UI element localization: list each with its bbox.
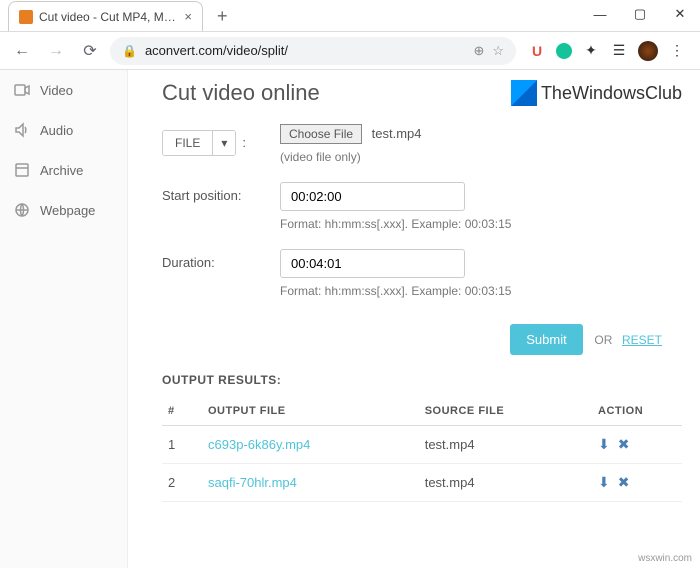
source-file: test.mp4 bbox=[419, 464, 592, 502]
file-source-dropdown[interactable]: FILE ▾ bbox=[162, 130, 236, 156]
sidebar-item-video[interactable]: Video bbox=[0, 70, 127, 110]
row-num: 2 bbox=[162, 464, 202, 502]
new-tab-button[interactable]: + bbox=[211, 4, 234, 28]
search-in-page-icon[interactable]: ⊕ bbox=[473, 43, 484, 59]
duration-input[interactable] bbox=[280, 249, 465, 278]
col-num: # bbox=[162, 397, 202, 426]
col-action: ACTION bbox=[592, 397, 682, 426]
ublock-icon[interactable]: U bbox=[528, 42, 546, 60]
back-button[interactable]: ← bbox=[8, 37, 36, 65]
choose-file-button[interactable]: Choose File bbox=[280, 124, 362, 144]
delete-icon[interactable]: ✖ bbox=[618, 474, 630, 491]
start-position-input[interactable] bbox=[280, 182, 465, 211]
browser-tab[interactable]: Cut video - Cut MP4, MOV, WEB × bbox=[8, 1, 203, 31]
or-text: OR bbox=[594, 333, 612, 347]
site-logo: TheWindowsClub bbox=[511, 80, 682, 106]
sidebar-item-archive[interactable]: Archive bbox=[0, 150, 127, 190]
watermark: wsxwin.com bbox=[638, 553, 692, 564]
tab-close-icon[interactable]: × bbox=[184, 9, 192, 24]
file-hint: (video file only) bbox=[280, 150, 682, 164]
duration-label: Duration: bbox=[162, 249, 280, 298]
sidebar-item-webpage[interactable]: Webpage bbox=[0, 190, 127, 230]
logo-icon bbox=[511, 80, 537, 106]
reading-list-icon[interactable]: ☰ bbox=[610, 42, 628, 60]
forward-button[interactable]: → bbox=[42, 37, 70, 65]
tab-favicon bbox=[19, 10, 33, 24]
output-file-link[interactable]: saqfi-70hlr.mp4 bbox=[208, 475, 297, 490]
page-title: Cut video online bbox=[162, 80, 511, 106]
source-file: test.mp4 bbox=[419, 426, 592, 464]
file-control: Choose File test.mp4 (video file only) bbox=[280, 124, 682, 164]
start-position-hint: Format: hh:mm:ss[.xxx]. Example: 00:03:1… bbox=[280, 217, 682, 231]
output-file-link[interactable]: c693p-6k86y.mp4 bbox=[208, 437, 310, 452]
reset-link[interactable]: RESET bbox=[622, 333, 662, 347]
start-position-label: Start position: bbox=[162, 182, 280, 231]
sidebar-label: Webpage bbox=[40, 203, 95, 218]
duration-hint: Format: hh:mm:ss[.xxx]. Example: 00:03:1… bbox=[280, 284, 682, 298]
audio-icon bbox=[14, 122, 30, 138]
delete-icon[interactable]: ✖ bbox=[618, 436, 630, 453]
minimize-button[interactable]: — bbox=[580, 0, 620, 28]
browser-titlebar: Cut video - Cut MP4, MOV, WEB × + — ▢ ✕ bbox=[0, 0, 700, 32]
chevron-down-icon: ▾ bbox=[212, 131, 235, 155]
maximize-button[interactable]: ▢ bbox=[620, 0, 660, 28]
tab-title: Cut video - Cut MP4, MOV, WEB bbox=[39, 10, 178, 24]
file-label-cell: FILE ▾ : bbox=[162, 124, 280, 164]
close-window-button[interactable]: ✕ bbox=[660, 0, 700, 28]
sidebar-label: Video bbox=[40, 83, 73, 98]
window-controls: — ▢ ✕ bbox=[580, 0, 700, 28]
download-icon[interactable]: ⬇ bbox=[598, 436, 610, 453]
extensions-puzzle-icon[interactable]: ✦ bbox=[582, 42, 600, 60]
archive-icon bbox=[14, 162, 30, 178]
file-colon: : bbox=[242, 135, 246, 150]
webpage-icon bbox=[14, 202, 30, 218]
extensions-area: U ✦ ☰ ⋮ bbox=[522, 41, 692, 61]
video-icon bbox=[14, 82, 30, 98]
col-output: OUTPUT FILE bbox=[202, 397, 419, 426]
file-source-label: FILE bbox=[163, 131, 212, 155]
row-num: 1 bbox=[162, 426, 202, 464]
table-row: 2 saqfi-70hlr.mp4 test.mp4 ⬇ ✖ bbox=[162, 464, 682, 502]
address-bar[interactable]: 🔒 aconvert.com/video/split/ ⊕ ☆ bbox=[110, 37, 516, 65]
sidebar-label: Audio bbox=[40, 123, 73, 138]
submit-button[interactable]: Submit bbox=[510, 324, 582, 355]
logo-text: TheWindowsClub bbox=[541, 83, 682, 104]
url-text: aconvert.com/video/split/ bbox=[145, 43, 465, 58]
lock-icon: 🔒 bbox=[122, 44, 137, 58]
chosen-filename: test.mp4 bbox=[372, 126, 422, 141]
results-table: # OUTPUT FILE SOURCE FILE ACTION 1 c693p… bbox=[162, 397, 682, 502]
page-header: Cut video online TheWindowsClub bbox=[162, 80, 682, 106]
sidebar: Video Audio Archive Webpage bbox=[0, 70, 128, 568]
profile-avatar[interactable] bbox=[638, 41, 658, 61]
duration-row: Duration: Format: hh:mm:ss[.xxx]. Exampl… bbox=[162, 249, 682, 298]
reload-button[interactable]: ⟳ bbox=[76, 37, 104, 65]
page-body: Video Audio Archive Webpage Cut video on… bbox=[0, 70, 700, 568]
sidebar-item-audio[interactable]: Audio bbox=[0, 110, 127, 150]
table-row: 1 c693p-6k86y.mp4 test.mp4 ⬇ ✖ bbox=[162, 426, 682, 464]
sidebar-label: Archive bbox=[40, 163, 83, 178]
col-source: SOURCE FILE bbox=[419, 397, 592, 426]
grammarly-icon[interactable] bbox=[556, 43, 572, 59]
output-results-title: OUTPUT RESULTS: bbox=[162, 373, 682, 387]
browser-toolbar: ← → ⟳ 🔒 aconvert.com/video/split/ ⊕ ☆ U … bbox=[0, 32, 700, 70]
bookmark-star-icon[interactable]: ☆ bbox=[492, 43, 504, 59]
chrome-menu-icon[interactable]: ⋮ bbox=[668, 42, 686, 60]
file-row: FILE ▾ : Choose File test.mp4 (video fil… bbox=[162, 124, 682, 164]
form-actions: Submit OR RESET bbox=[162, 316, 682, 373]
download-icon[interactable]: ⬇ bbox=[598, 474, 610, 491]
main-content: Cut video online TheWindowsClub FILE ▾ :… bbox=[128, 70, 700, 568]
start-position-row: Start position: Format: hh:mm:ss[.xxx]. … bbox=[162, 182, 682, 231]
